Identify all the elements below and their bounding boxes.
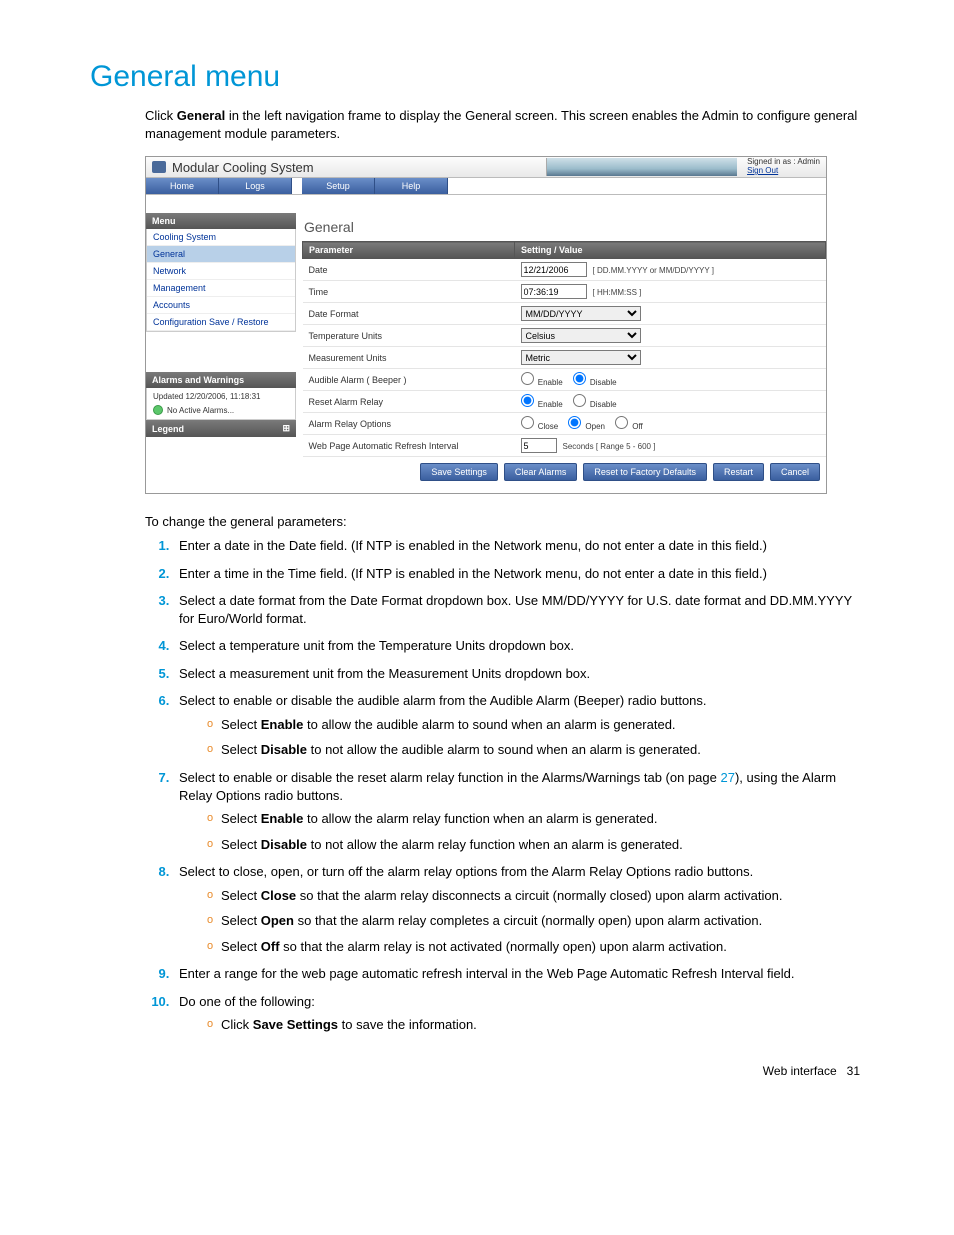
date-input[interactable]	[521, 262, 587, 277]
resetrelay-disable-radio[interactable]: Disable	[573, 394, 617, 409]
row-tempunits-label: Temperature Units	[303, 325, 515, 347]
clear-alarms-button[interactable]: Clear Alarms	[504, 463, 578, 481]
relayopt-open-radio[interactable]: Open	[568, 416, 605, 431]
intro-post: in the left navigation frame to display …	[145, 108, 857, 141]
step-2: Enter a time in the Time field. (If NTP …	[173, 565, 864, 583]
sidebar-item-management[interactable]: Management	[147, 280, 295, 297]
sidebar-item-cooling[interactable]: Cooling System	[147, 229, 295, 246]
signin-block: Signed in as : Admin Sign Out	[747, 158, 820, 176]
refresh-hint: Seconds [ Range 5 - 600 ]	[563, 442, 656, 451]
expand-icon[interactable]: ⊞	[282, 423, 290, 434]
sign-out-link[interactable]: Sign Out	[747, 166, 778, 175]
row-dateformat-label: Date Format	[303, 303, 515, 325]
refresh-input[interactable]	[521, 438, 557, 453]
sidebar-item-network[interactable]: Network	[147, 263, 295, 280]
step-1: Enter a date in the Date field. (If NTP …	[173, 537, 864, 555]
step-7a: Select Enable to allow the alarm relay f…	[207, 810, 864, 828]
step-8: Select to close, open, or turn off the a…	[173, 863, 864, 955]
step-6: Select to enable or disable the audible …	[173, 692, 864, 759]
tab-logs[interactable]: Logs	[219, 178, 292, 194]
afterss-text: To change the general parameters:	[145, 514, 864, 529]
row-refresh-label: Web Page Automatic Refresh Interval	[303, 435, 515, 457]
step-8c: Select Off so that the alarm relay is no…	[207, 938, 864, 956]
hp-logo-icon	[152, 161, 166, 173]
time-hint: [ HH:MM:SS ]	[593, 288, 642, 297]
no-alarms-label: No Active Alarms...	[167, 406, 234, 415]
step-9: Enter a range for the web page automatic…	[173, 965, 864, 983]
step-10: Do one of the following: Click Save Sett…	[173, 993, 864, 1034]
row-time-label: Time	[303, 281, 515, 303]
alarms-header: Alarms and Warnings	[146, 372, 296, 388]
step-8b: Select Open so that the alarm relay comp…	[207, 912, 864, 930]
step-6a: Select Enable to allow the audible alarm…	[207, 716, 864, 734]
tab-help[interactable]: Help	[375, 178, 448, 194]
reset-defaults-button[interactable]: Reset to Factory Defaults	[583, 463, 707, 481]
section-title: General	[302, 213, 826, 241]
sidebar-item-accounts[interactable]: Accounts	[147, 297, 295, 314]
dateformat-select[interactable]: MM/DD/YYYY	[521, 306, 641, 321]
row-resetrelay-label: Reset Alarm Relay	[303, 391, 515, 413]
relayopt-off-radio[interactable]: Off	[615, 416, 643, 431]
col-value: Setting / Value	[515, 242, 826, 259]
restart-button[interactable]: Restart	[713, 463, 764, 481]
row-date-label: Date	[303, 259, 515, 281]
cancel-button[interactable]: Cancel	[770, 463, 820, 481]
alarms-updated-label: Updated 12/20/2006, 11:18:31	[153, 392, 289, 401]
save-settings-button[interactable]: Save Settings	[420, 463, 498, 481]
tab-home[interactable]: Home	[146, 178, 219, 194]
step-4: Select a temperature unit from the Tempe…	[173, 637, 864, 655]
step-5: Select a measurement unit from the Measu…	[173, 665, 864, 683]
tempunits-select[interactable]: Celsius	[521, 328, 641, 343]
step-3: Select a date format from the Date Forma…	[173, 592, 864, 627]
banner-image	[546, 158, 737, 176]
step-6b: Select Disable to not allow the audible …	[207, 741, 864, 759]
step-7b: Select Disable to not allow the alarm re…	[207, 836, 864, 854]
row-measunits-label: Measurement Units	[303, 347, 515, 369]
tab-setup[interactable]: Setup	[302, 178, 375, 194]
intro-bold: General	[177, 108, 225, 123]
beeper-disable-radio[interactable]: Disable	[573, 372, 617, 387]
status-ok-icon	[153, 405, 163, 415]
app-title: Modular Cooling System	[172, 160, 314, 175]
row-beeper-label: Audible Alarm ( Beeper )	[303, 369, 515, 391]
resetrelay-enable-radio[interactable]: Enable	[521, 394, 563, 409]
intro-pre: Click	[145, 108, 177, 123]
legend-header[interactable]: Legend⊞	[146, 420, 296, 437]
step-8a: Select Close so that the alarm relay dis…	[207, 887, 864, 905]
sidebar-item-config[interactable]: Configuration Save / Restore	[147, 314, 295, 331]
step-10a: Click Save Settings to save the informat…	[207, 1016, 864, 1034]
page-link-27[interactable]: 27	[720, 770, 734, 785]
measunits-select[interactable]: Metric	[521, 350, 641, 365]
row-relayopt-label: Alarm Relay Options	[303, 413, 515, 435]
menu-header: Menu	[146, 213, 296, 229]
beeper-enable-radio[interactable]: Enable	[521, 372, 563, 387]
page-title: General menu	[90, 60, 864, 94]
screenshot-figure: Modular Cooling System Signed in as : Ad…	[145, 156, 827, 494]
relayopt-close-radio[interactable]: Close	[521, 416, 559, 431]
col-parameter: Parameter	[303, 242, 515, 259]
page-footer: Web interface 31	[90, 1064, 864, 1078]
time-input[interactable]	[521, 284, 587, 299]
step-7: Select to enable or disable the reset al…	[173, 769, 864, 853]
sidebar-item-general[interactable]: General	[147, 246, 295, 263]
date-hint: [ DD.MM.YYYY or MM/DD/YYYY ]	[593, 266, 715, 275]
intro-text: Click General in the left navigation fra…	[145, 107, 864, 142]
